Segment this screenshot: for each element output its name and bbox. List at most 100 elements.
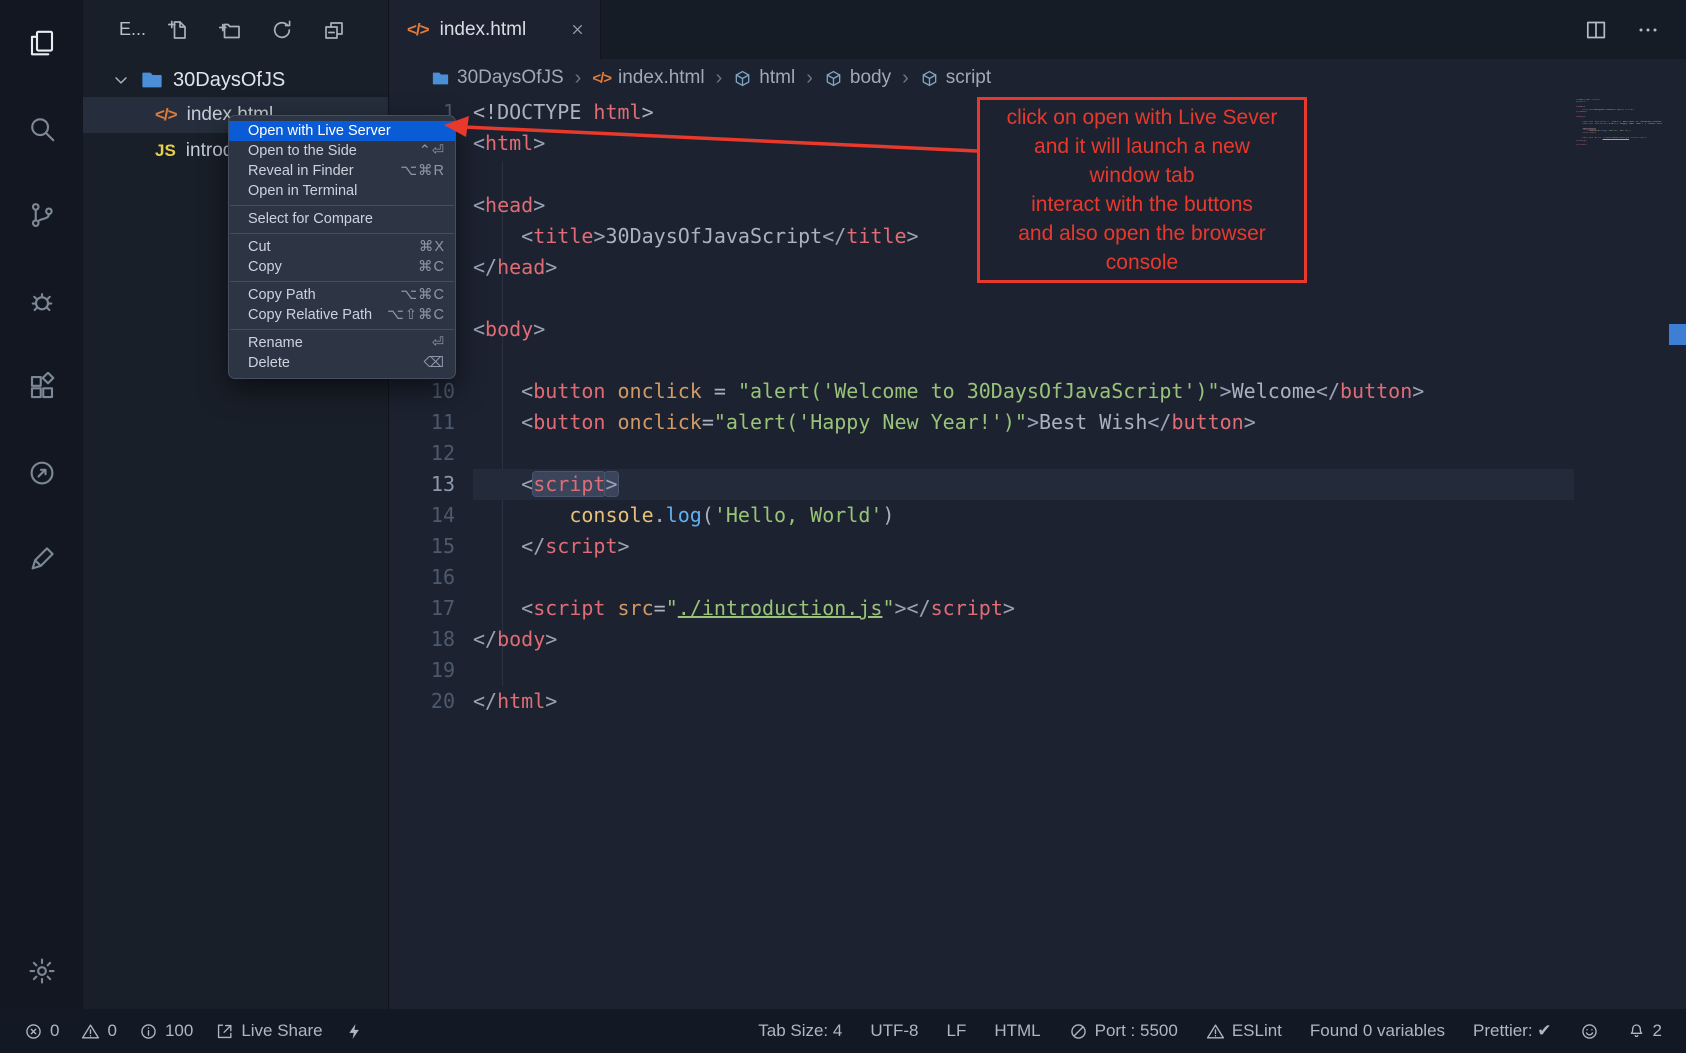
status-0[interactable]: 0 <box>24 1021 59 1041</box>
code-line[interactable] <box>473 562 1574 593</box>
menu-item-cut[interactable]: Cut⌘X <box>229 237 455 257</box>
status-tab-size-4[interactable]: Tab Size: 4 <box>758 1021 842 1041</box>
menu-item-reveal-in-finder[interactable]: Reveal in Finder⌥⌘R <box>229 161 455 181</box>
menu-item-copy-path[interactable]: Copy Path ⌥⌘C <box>229 285 455 305</box>
menu-item-label: Copy Path <box>248 287 316 303</box>
split-editor-icon[interactable] <box>1584 18 1608 42</box>
breadcrumb: 30DaysOfJS›</>index.html›html›body›scrip… <box>389 59 1686 97</box>
menu-item-open-to-the-side[interactable]: Open to the Side ⌃⏎ <box>229 141 455 161</box>
code-line[interactable]: </body> <box>473 624 1574 655</box>
status-2[interactable]: 2 <box>1627 1021 1662 1041</box>
breadcrumb-separator: › <box>900 67 911 90</box>
menu-item-open-with-live-server[interactable]: Open with Live Server <box>229 121 455 141</box>
status-smiley[interactable] <box>1580 1022 1599 1041</box>
menu-item-copy[interactable]: Copy⌘C <box>229 257 455 277</box>
menu-separator <box>230 205 454 206</box>
html-file-icon: </> <box>155 105 177 125</box>
minimap[interactable]: <!DOCTYPE html><html><head> <title>30Day… <box>1576 99 1662 639</box>
breadcrumb-item-script[interactable]: script <box>920 67 991 89</box>
new-file-icon[interactable] <box>166 18 190 42</box>
more-actions-icon[interactable] <box>1636 18 1660 42</box>
code-line[interactable]: <script> <box>473 469 1574 500</box>
breadcrumb-label: body <box>850 67 891 89</box>
menu-item-label: Copy <box>248 259 282 275</box>
annotation-line: click on open with Live Sever <box>1007 103 1278 132</box>
smiley-icon <box>1580 1022 1599 1041</box>
bell-icon <box>1627 1022 1646 1041</box>
refresh-icon[interactable] <box>270 18 294 42</box>
status-label: ESLint <box>1232 1021 1282 1041</box>
code-line[interactable] <box>473 345 1574 376</box>
context-menu: Open with Live Server Open to the Side ⌃⏎ R… <box>228 115 456 379</box>
explorer-title: E... <box>119 19 146 40</box>
menu-item-label: Open with Live Server <box>248 123 391 139</box>
explorer-icon[interactable] <box>27 28 57 58</box>
status-bolt[interactable] <box>345 1022 364 1041</box>
status-html[interactable]: HTML <box>994 1021 1040 1041</box>
status-label: Tab Size: 4 <box>758 1021 842 1041</box>
folder-icon <box>431 69 450 88</box>
menu-item-shortcut: ⌃⏎ <box>419 143 445 159</box>
run-and-debug-icon[interactable] <box>27 286 57 316</box>
menu-item-label: Open to the Side <box>248 143 357 159</box>
extensions-icon[interactable] <box>27 372 57 402</box>
port-icon <box>1069 1022 1088 1041</box>
status-live-share[interactable]: Live Share <box>215 1021 322 1041</box>
close-tab-icon[interactable] <box>569 21 586 38</box>
breadcrumb-item-html[interactable]: html <box>733 67 795 89</box>
collapse-all-icon[interactable] <box>322 18 346 42</box>
code-line[interactable]: <button onclick="alert('Happy New Year!'… <box>473 407 1574 438</box>
code-line[interactable] <box>473 438 1574 469</box>
code-line[interactable]: <script src="./introduction.js"></script… <box>473 593 1574 624</box>
menu-item-delete[interactable]: Delete⌫ <box>229 353 455 373</box>
folder-row-30daysofjs[interactable]: 30DaysOfJS <box>83 63 388 97</box>
menu-item-shortcut: ⌥⌘C <box>400 287 445 303</box>
chevron-down-icon <box>111 70 131 90</box>
breadcrumb-item-index-html[interactable]: </>index.html <box>592 67 704 89</box>
menu-item-copy-relative-path[interactable]: Copy Relative Path⌥⇧⌘C <box>229 305 455 325</box>
status-utf-8[interactable]: UTF-8 <box>870 1021 918 1041</box>
html-file-icon: </> <box>407 20 429 40</box>
feedback-icon[interactable] <box>27 544 57 574</box>
explorer-header: E... <box>83 0 388 59</box>
annotation-line: interact with the buttons <box>1031 190 1253 219</box>
tab-index-html[interactable]: </> index.html <box>389 0 601 59</box>
new-folder-icon[interactable] <box>218 18 242 42</box>
status-label: 0 <box>50 1021 59 1041</box>
status-lf[interactable]: LF <box>947 1021 967 1041</box>
code-line[interactable]: <button onclick = "alert('Welcome to 30D… <box>473 376 1574 407</box>
breadcrumb-item-30daysofjs[interactable]: 30DaysOfJS <box>431 67 564 89</box>
menu-separator <box>230 329 454 330</box>
breadcrumb-item-body[interactable]: body <box>824 67 891 89</box>
status-prettier[interactable]: Prettier: ✔ <box>1473 1021 1551 1041</box>
code-line[interactable]: </html> <box>473 686 1574 717</box>
menu-item-rename[interactable]: Rename⏎ <box>229 333 455 353</box>
code-line[interactable] <box>473 655 1574 686</box>
warning-icon <box>81 1022 100 1041</box>
menu-item-select-for-compare[interactable]: Select for Compare <box>229 209 455 229</box>
breadcrumb-label: script <box>946 67 991 89</box>
status-label: Port : 5500 <box>1095 1021 1178 1041</box>
symbol-icon <box>824 69 843 88</box>
line-number: 16 <box>389 562 455 593</box>
menu-item-shortcut: ⌘X <box>419 239 445 255</box>
search-icon[interactable] <box>27 114 57 144</box>
code-line[interactable]: </script> <box>473 531 1574 562</box>
code-line[interactable]: console.log('Hello, World') <box>473 500 1574 531</box>
line-number: 12 <box>389 438 455 469</box>
status-0[interactable]: 0 <box>81 1021 116 1041</box>
menu-item-open-in-terminal[interactable]: Open in Terminal <box>229 181 455 201</box>
status-port-5500[interactable]: Port : 5500 <box>1069 1021 1178 1041</box>
source-control-icon[interactable] <box>27 200 57 230</box>
breadcrumb-label: 30DaysOfJS <box>457 67 564 89</box>
status-found-0-variables[interactable]: Found 0 variables <box>1310 1021 1445 1041</box>
status-label: UTF-8 <box>870 1021 918 1041</box>
status-label: HTML <box>994 1021 1040 1041</box>
line-number: 17 <box>389 593 455 624</box>
status-100[interactable]: 100 <box>139 1021 193 1041</box>
settings-icon[interactable] <box>27 956 57 986</box>
status-eslint[interactable]: ESLint <box>1206 1021 1282 1041</box>
code-line[interactable] <box>473 283 1574 314</box>
live-share-icon[interactable] <box>27 458 57 488</box>
code-line[interactable]: <body> <box>473 314 1574 345</box>
